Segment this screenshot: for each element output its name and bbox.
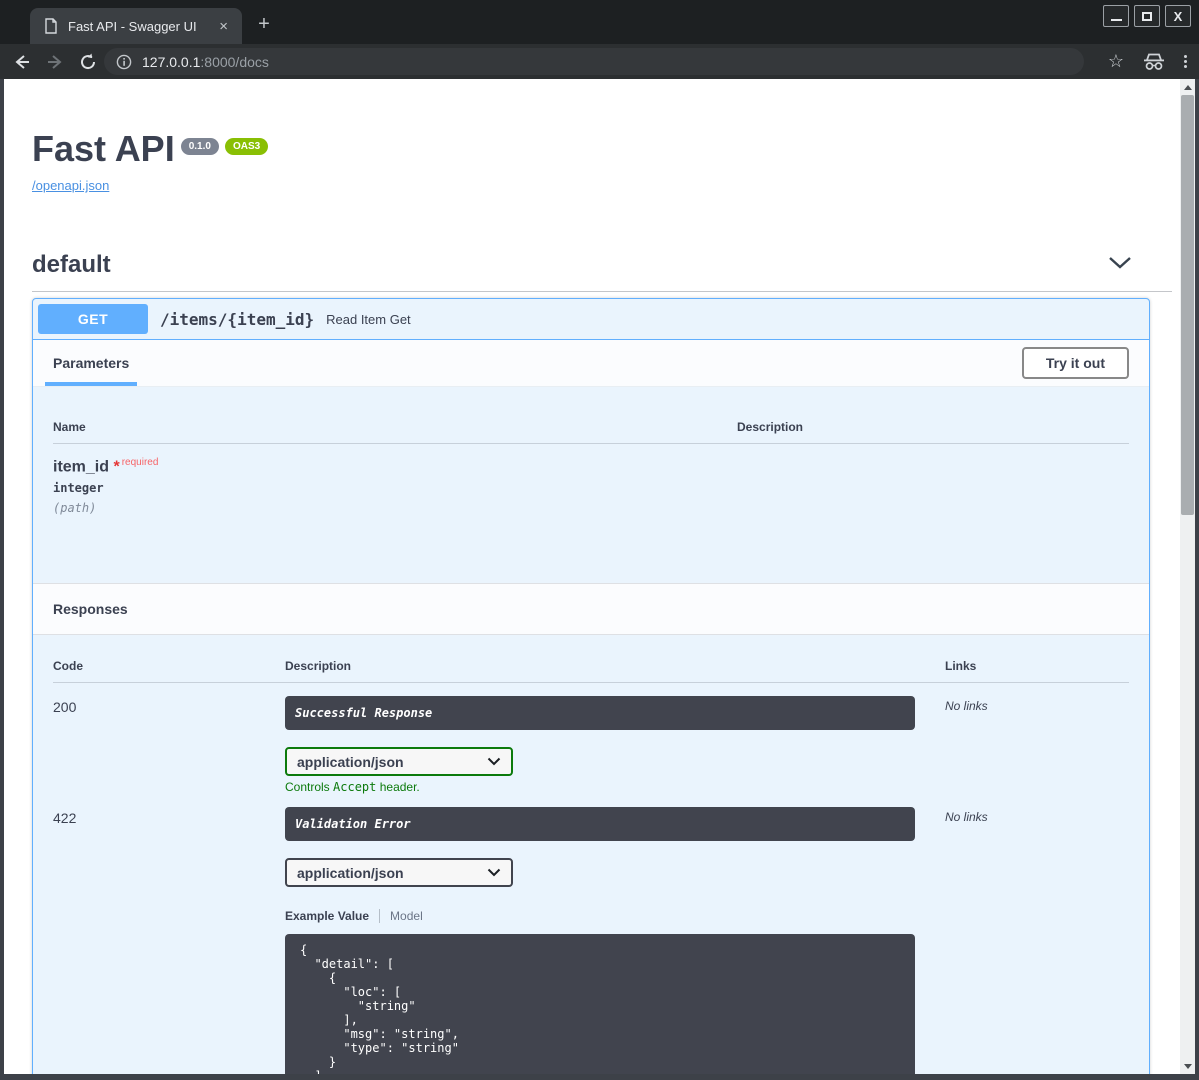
- operation-block: GET /items/{item_id} Read Item Get Param…: [32, 298, 1150, 1074]
- resp-col-description: Description: [285, 659, 945, 673]
- parameters-title: Parameters: [53, 355, 129, 371]
- parameter-row: item_id *required integer (path): [53, 444, 1129, 515]
- browser-toolbar: 127.0.0.1:8000/docs ☆: [0, 44, 1199, 79]
- response-code: 200: [53, 696, 285, 715]
- tab-title: Fast API - Swagger UI: [68, 19, 215, 34]
- close-button[interactable]: X: [1165, 5, 1191, 27]
- titlebar: Fast API - Swagger UI × + X: [0, 0, 1199, 44]
- media-type-select-200[interactable]: application/json: [285, 747, 513, 776]
- page-scrollbar[interactable]: [1180, 79, 1195, 1074]
- response-description-box: Validation Error: [285, 807, 915, 841]
- back-button[interactable]: [11, 51, 33, 73]
- example-model-tabs: Example Value Model: [285, 909, 945, 923]
- tab-model[interactable]: Model: [390, 909, 423, 923]
- swagger-page: Fast API0.1.0OAS3 /openapi.json default …: [4, 79, 1180, 1074]
- parameter-type: integer: [53, 481, 737, 495]
- response-description-box: Successful Response: [285, 696, 915, 730]
- select-chevron-icon: [487, 757, 501, 766]
- forward-arrow-icon: [45, 52, 65, 72]
- reload-icon: [78, 52, 98, 72]
- scroll-up-button[interactable]: [1180, 79, 1195, 95]
- response-row-200: 200 Successful Response application/json…: [53, 696, 1129, 794]
- resp-col-code: Code: [53, 659, 285, 673]
- version-badge: 0.1.0: [181, 138, 219, 155]
- parameters-header: Parameters Try it out: [33, 340, 1149, 387]
- tag-section-header[interactable]: default: [32, 248, 1172, 292]
- resp-col-links: Links: [945, 659, 1129, 673]
- bookmark-star-icon[interactable]: ☆: [1108, 51, 1124, 72]
- url-bar[interactable]: 127.0.0.1:8000/docs: [104, 48, 1084, 75]
- forward-button[interactable]: [44, 51, 66, 73]
- maximize-button[interactable]: [1134, 5, 1160, 27]
- parameters-table: Name Description item_id *required integ…: [33, 387, 1149, 583]
- reload-button[interactable]: [77, 51, 99, 73]
- parameter-name: item_id *required: [53, 457, 737, 476]
- response-links: No links: [945, 696, 1129, 713]
- param-col-name: Name: [53, 420, 737, 434]
- responses-table: Code Description Links 200 Successful Re…: [33, 635, 1149, 1074]
- chevron-down-icon[interactable]: [1108, 256, 1132, 270]
- media-type-select-422[interactable]: application/json: [285, 858, 513, 887]
- incognito-icon[interactable]: [1142, 53, 1166, 71]
- openapi-spec-link[interactable]: /openapi.json: [32, 178, 1172, 193]
- close-icon: X: [1174, 10, 1183, 23]
- operation-summary[interactable]: GET /items/{item_id} Read Item Get: [33, 299, 1149, 340]
- scroll-down-icon: [1184, 1064, 1192, 1069]
- tab-separator: [379, 909, 380, 923]
- browser-window: Fast API - Swagger UI × + X: [0, 0, 1199, 1080]
- responses-header: Responses: [33, 583, 1149, 635]
- param-col-description: Description: [737, 420, 1129, 434]
- accept-header-note: Controls Accept header.: [285, 780, 945, 794]
- active-tab-underline: [45, 382, 137, 386]
- operation-description: Read Item Get: [326, 312, 411, 327]
- api-title: Fast API: [32, 128, 175, 169]
- select-chevron-icon: [487, 868, 501, 877]
- parameter-description: [737, 444, 1129, 515]
- required-label: required: [122, 457, 159, 468]
- minimize-button[interactable]: [1103, 5, 1129, 27]
- info-icon: [116, 54, 132, 70]
- scroll-up-icon: [1184, 85, 1192, 90]
- menu-kebab-icon[interactable]: [1184, 53, 1187, 70]
- try-it-out-button[interactable]: Try it out: [1022, 347, 1129, 379]
- minimize-icon: [1111, 19, 1122, 21]
- document-icon: [44, 18, 58, 34]
- api-info: Fast API 0.1.0 OAS3 /openapi.json: [32, 129, 1172, 193]
- responses-title: Responses: [53, 601, 128, 617]
- scrollbar-thumb[interactable]: [1181, 95, 1194, 515]
- operation-path: /items/{item_id}: [160, 310, 314, 329]
- url-path: :8000/docs: [200, 54, 269, 70]
- back-arrow-icon: [12, 52, 32, 72]
- scroll-down-button[interactable]: [1180, 1058, 1195, 1074]
- example-json-code: { "detail": [ { "loc": [ "string" ], "ms…: [285, 934, 915, 1074]
- url-host: 127.0.0.1: [142, 54, 200, 70]
- response-links: No links: [945, 807, 1129, 824]
- maximize-icon: [1142, 12, 1152, 21]
- browser-tab[interactable]: Fast API - Swagger UI ×: [30, 8, 242, 44]
- parameter-location: (path): [53, 501, 737, 515]
- response-row-422: 422 Validation Error application/json Ex…: [53, 807, 1129, 1074]
- required-star: *: [113, 458, 119, 475]
- tag-name: default: [32, 251, 111, 278]
- tab-close-icon[interactable]: ×: [215, 18, 232, 35]
- tab-example-value[interactable]: Example Value: [285, 909, 369, 923]
- oas3-badge: OAS3: [225, 138, 268, 155]
- new-tab-button[interactable]: +: [252, 14, 276, 34]
- method-badge: GET: [38, 304, 148, 334]
- response-code: 422: [53, 807, 285, 826]
